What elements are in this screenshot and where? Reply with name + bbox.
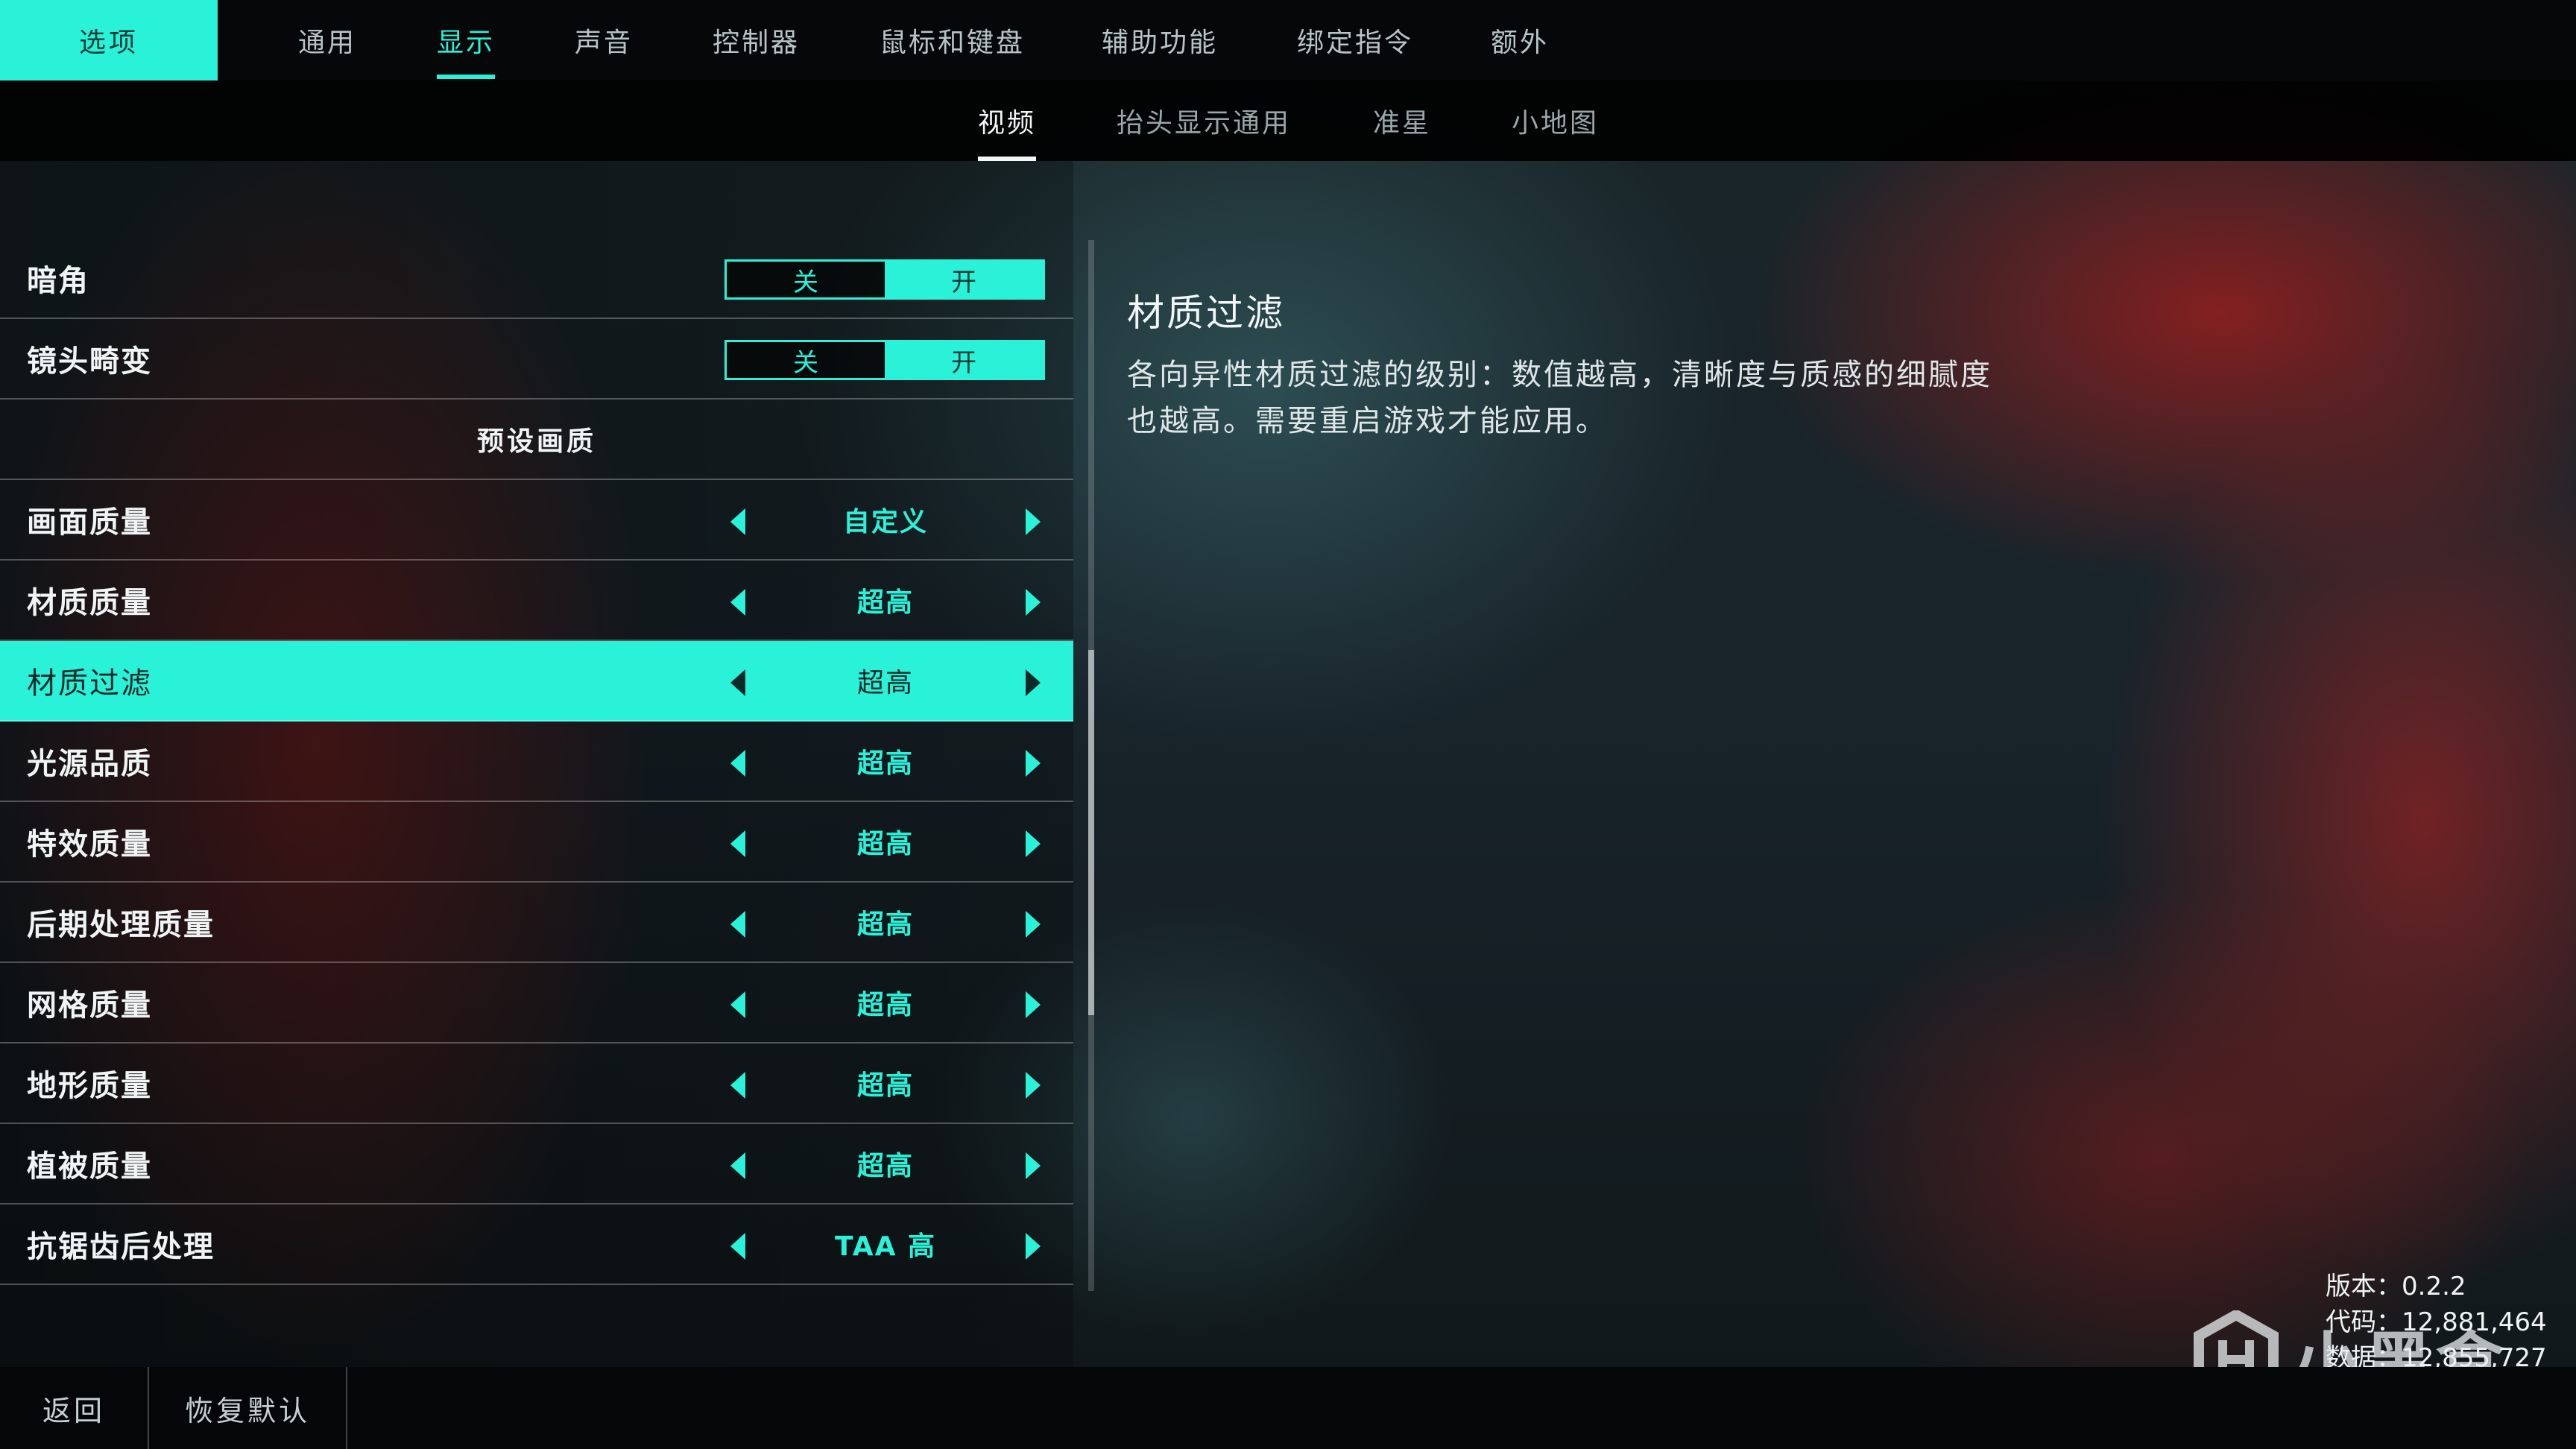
setting-value: 超高 (856, 587, 914, 618)
top-nav-bar (0, 0, 2576, 80)
arrow-right-icon[interactable] (1026, 1072, 1041, 1099)
setting-label: 植被质量 (27, 1149, 152, 1184)
tab-extra[interactable]: 额外 (1491, 0, 1549, 80)
reset-defaults-button[interactable]: 恢复默认 (149, 1367, 347, 1449)
setting-label: 网格质量 (27, 988, 152, 1023)
arrow-left-icon[interactable] (730, 589, 745, 616)
arrow-left-icon[interactable] (730, 508, 745, 535)
tab-controller[interactable]: 控制器 (713, 0, 800, 80)
scrollbar-thumb[interactable] (1088, 650, 1094, 1015)
setting-row-lens-distortion[interactable]: 镜头畸变 关 开 (0, 319, 1073, 400)
setting-value: 超高 (856, 909, 914, 940)
setting-label: 抗锯齿后处理 (27, 1230, 215, 1264)
vignette-toggle[interactable]: 关 开 (724, 259, 1045, 300)
tab-keybinds[interactable]: 绑定指令 (1297, 0, 1413, 80)
setting-row-foliage-quality[interactable]: 植被质量 超高 (0, 1124, 1073, 1205)
arrow-right-icon[interactable] (1026, 589, 1041, 616)
setting-value: 超高 (856, 829, 914, 859)
subtab-minimap[interactable]: 小地图 (1512, 80, 1599, 161)
toggle-on-option[interactable]: 开 (885, 262, 1043, 297)
setting-row-texture-filtering[interactable]: 材质过滤 超高 (0, 641, 1073, 722)
tab-audio[interactable]: 声音 (575, 0, 633, 80)
setting-value: TAA 高 (834, 1231, 937, 1262)
setting-label: 材质过滤 (27, 666, 152, 701)
version-line: 版本：0.2.2 (2326, 1272, 2466, 1301)
toggle-on-option[interactable]: 开 (885, 342, 1043, 378)
arrow-left-icon[interactable] (730, 1072, 745, 1099)
preset-quality-heading: 预设画质 (0, 400, 1073, 480)
setting-label: 画面质量 (27, 505, 152, 540)
arrow-left-icon[interactable] (730, 911, 745, 938)
setting-value: 自定义 (842, 507, 928, 537)
arrow-left-icon[interactable] (730, 750, 745, 777)
setting-label: 材质质量 (27, 586, 152, 620)
arrow-right-icon[interactable] (1026, 911, 1041, 938)
subtab-video[interactable]: 视频 (978, 80, 1037, 161)
active-tab-indicator (437, 75, 496, 79)
arrow-left-icon[interactable] (730, 1233, 745, 1260)
arrow-right-icon[interactable] (1026, 669, 1041, 696)
setting-label: 地形质量 (27, 1069, 152, 1103)
arrow-left-icon[interactable] (730, 1152, 745, 1179)
setting-row-post-processing[interactable]: 后期处理质量 超高 (0, 883, 1073, 963)
description-text: 各向异性材质过滤的级别：数值越高，清晰度与质感的细腻度也越高。需要重启游戏才能应… (1127, 358, 1992, 438)
arrow-right-icon[interactable] (1026, 508, 1041, 535)
arrow-left-icon[interactable] (730, 991, 745, 1018)
setting-label: 特效质量 (27, 827, 152, 862)
lens-distortion-toggle[interactable]: 关 开 (724, 340, 1045, 380)
arrow-left-icon[interactable] (730, 830, 745, 857)
description-title: 材质过滤 (1127, 291, 1285, 335)
arrow-left-icon[interactable] (730, 669, 745, 696)
setting-row-effects-quality[interactable]: 特效质量 超高 (0, 802, 1073, 883)
toggle-off-option[interactable]: 关 (727, 262, 885, 297)
options-label: 选项 (0, 0, 218, 80)
arrow-right-icon[interactable] (1026, 830, 1041, 857)
setting-row-mesh-quality[interactable]: 网格质量 超高 (0, 963, 1073, 1044)
setting-value: 超高 (856, 990, 914, 1020)
setting-row-lighting-quality[interactable]: 光源品质 超高 (0, 722, 1073, 802)
tab-accessibility[interactable]: 辅助功能 (1102, 0, 1218, 80)
subtab-hud-general[interactable]: 抬头显示通用 (1117, 80, 1291, 161)
setting-label: 暗角 (27, 264, 89, 298)
tab-display[interactable]: 显示 (437, 0, 496, 80)
setting-row-graphics-quality[interactable]: 画面质量 自定义 (0, 480, 1073, 561)
setting-value: 超高 (856, 1151, 914, 1181)
arrow-right-icon[interactable] (1026, 1233, 1041, 1260)
setting-value: 超高 (856, 1070, 914, 1101)
arrow-right-icon[interactable] (1026, 1152, 1041, 1179)
setting-label: 光源品质 (27, 747, 152, 781)
tab-general[interactable]: 通用 (298, 0, 356, 80)
setting-row-vignette[interactable]: 暗角 关 开 (0, 239, 1073, 319)
arrow-right-icon[interactable] (1026, 750, 1041, 777)
setting-row-texture-quality[interactable]: 材质质量 超高 (0, 561, 1073, 641)
setting-label: 后期处理质量 (27, 908, 215, 942)
setting-value: 超高 (856, 748, 914, 779)
arrow-right-icon[interactable] (1026, 991, 1041, 1018)
setting-value: 超高 (856, 668, 914, 698)
subtab-crosshair[interactable]: 准星 (1373, 80, 1431, 161)
bottom-bar (0, 1367, 2576, 1449)
toggle-off-option[interactable]: 关 (727, 342, 885, 378)
tab-mouse-keyboard[interactable]: 鼠标和键盘 (880, 0, 1025, 80)
setting-label: 镜头畸变 (27, 344, 152, 379)
back-button[interactable]: 返回 (0, 1367, 149, 1449)
setting-row-anti-aliasing[interactable]: 抗锯齿后处理 TAA 高 (0, 1205, 1073, 1285)
setting-row-terrain-quality[interactable]: 地形质量 超高 (0, 1044, 1073, 1124)
